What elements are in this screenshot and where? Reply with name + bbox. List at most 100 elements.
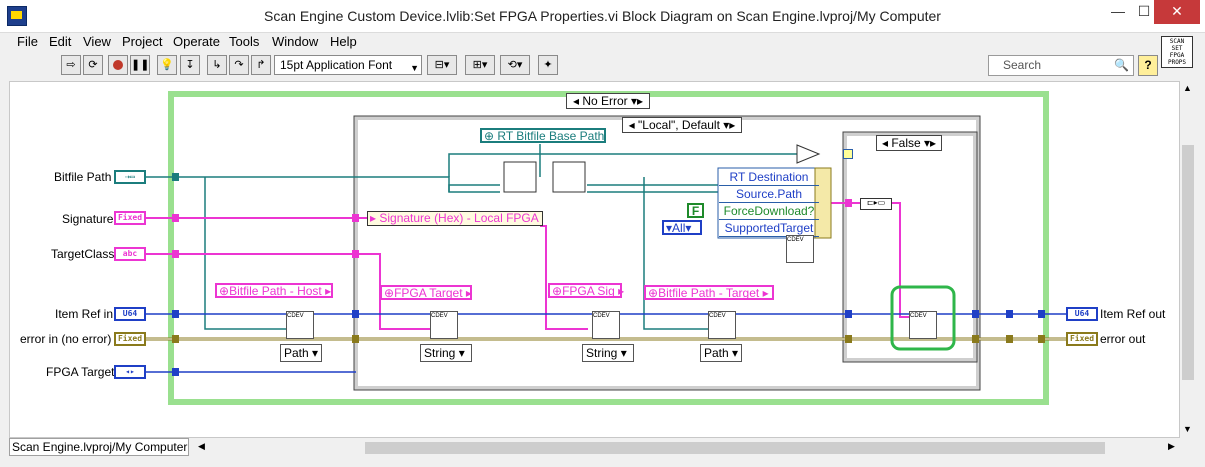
distribute-objects-icon[interactable]: ⊞▾ [465, 55, 495, 75]
bitfile-path-label: Bitfile Path [54, 170, 112, 184]
reorder-icon[interactable]: ⟲▾ [500, 55, 530, 75]
cdev-subvi-icon[interactable]: CDEV [430, 311, 458, 339]
cdev-label: CDEV [431, 313, 448, 319]
menu-help[interactable]: Help [330, 32, 357, 52]
bitfile-path-target-text: Bitfile Path - Target [658, 286, 760, 300]
target-class-terminal[interactable]: abc [114, 247, 146, 261]
all-enum-text: All [672, 221, 686, 235]
scroll-down-icon[interactable]: ▼ [1183, 424, 1192, 434]
bitfile-path-host-text: Bitfile Path - Host [229, 284, 322, 298]
cdev-subvi-icon[interactable]: CDEV [708, 311, 736, 339]
cdev-label: CDEV [287, 313, 304, 319]
clean-up-diagram-icon[interactable]: ✦ [538, 55, 558, 75]
menu-window[interactable]: Window [272, 32, 318, 52]
block-diagram[interactable]: Bitfile Path Signature TargetClass Item … [9, 81, 1180, 438]
window-title: Scan Engine Custom Device.lvlib:Set FPGA… [264, 8, 941, 24]
vertical-scroll-thumb[interactable] [1182, 145, 1194, 380]
item-ref-in-label: Item Ref in [55, 307, 114, 321]
menu-operate[interactable]: Operate [173, 32, 220, 52]
type-dropdown-path[interactable]: Path ▾ [280, 344, 322, 362]
run-continuously-icon[interactable]: ⟳ [83, 55, 103, 75]
menu-project[interactable]: Project [122, 32, 162, 52]
cdev-subvi-icon[interactable]: CDEV [592, 311, 620, 339]
property-source-path[interactable]: Source.Path [719, 186, 819, 203]
cdev-subvi-icon[interactable]: CDEV [286, 311, 314, 339]
middle-case-selector[interactable]: ◂ "Local", Default ▾▸ [622, 117, 742, 133]
cdev-subvi-icon[interactable]: CDEV [786, 235, 814, 263]
type-dropdown-value: String [424, 346, 456, 360]
inner-case-value: False [891, 136, 921, 150]
error-out-terminal[interactable]: Fixed [1066, 332, 1098, 346]
error-in-label: error in (no error) [20, 332, 112, 346]
scroll-left-icon[interactable]: ◀ [198, 441, 205, 452]
menu-view[interactable]: View [83, 32, 111, 52]
bitfile-path-host-constant[interactable]: ⊕Bitfile Path - Host ▸ [215, 283, 333, 298]
path-to-string-icon[interactable]: ⊏▸▭ [860, 198, 892, 210]
rt-bitfile-base-path-constant[interactable]: ⊕ RT Bitfile Base Path [480, 128, 606, 143]
menu-file[interactable]: File [17, 32, 38, 52]
vi-icon-line: SET [1171, 45, 1183, 52]
fpga-sig-constant[interactable]: ⊕FPGA Sig ▸ [548, 283, 624, 298]
property-rt-destination[interactable]: RT Destination [719, 169, 819, 186]
close-button[interactable]: ✕ [1154, 0, 1200, 24]
font-select[interactable]: 15pt Application Font ▼ [274, 55, 422, 75]
type-dropdown-string[interactable]: String ▾ [582, 344, 634, 362]
cdev-label: CDEV [709, 313, 726, 319]
scroll-up-icon[interactable]: ▲ [1183, 83, 1192, 93]
abort-icon[interactable] [108, 55, 128, 75]
pause-icon[interactable]: ❚❚ [130, 55, 150, 75]
signature-hex-text: Signature (Hex) - Local FPGA [379, 211, 539, 225]
build-path-node [503, 161, 537, 193]
fpga-target-const-text: FPGA Target [394, 286, 463, 300]
inner-case-selector[interactable]: ◂ False ▾▸ [876, 135, 942, 151]
all-enum-constant[interactable]: ▾All▾ [662, 220, 702, 235]
false-constant[interactable]: F [687, 203, 704, 218]
menu-tools[interactable]: Tools [229, 32, 259, 52]
type-dropdown-path[interactable]: Path ▾ [700, 344, 742, 362]
project-context-path[interactable]: Scan Engine.lvproj/My Computer [9, 438, 189, 456]
step-out-icon[interactable]: ↱ [251, 55, 271, 75]
horizontal-scroll-thumb[interactable] [365, 442, 1105, 454]
fpga-target-constant[interactable]: ⊕FPGA Target ▸ [380, 285, 472, 300]
item-ref-out-terminal[interactable]: U64 [1066, 307, 1098, 321]
build-path-node [552, 161, 586, 193]
run-arrow-icon[interactable]: ⇨ [61, 55, 81, 75]
item-ref-out-label: Item Ref out [1100, 307, 1166, 321]
type-dropdown-value: String [586, 346, 618, 360]
context-help-button[interactable]: ? [1138, 55, 1158, 76]
item-ref-in-terminal[interactable]: U64 [114, 307, 146, 321]
search-placeholder: Search [1003, 58, 1042, 72]
toolbar: ⇨ ⟳ ❚❚ 💡 ↧ ↳ ↷ ↱ 15pt Application Font ▼ … [0, 52, 1205, 80]
cdev-label: CDEV [593, 313, 610, 319]
cdev-label: CDEV [787, 237, 804, 243]
fpga-target-label: FPGA Target [46, 365, 115, 379]
error-in-terminal[interactable]: Fixed [114, 332, 146, 346]
type-dropdown-string[interactable]: String ▾ [420, 344, 472, 362]
outer-case-value: No Error [582, 94, 628, 108]
cdev-label: CDEV [910, 313, 927, 319]
highlight-execution-icon[interactable]: 💡 [157, 55, 177, 75]
step-over-icon[interactable]: ↷ [229, 55, 249, 75]
search-input[interactable]: Search 🔍 [988, 55, 1134, 76]
retain-wire-values-icon[interactable]: ↧ [180, 55, 200, 75]
bitfile-path-target-constant[interactable]: ⊕Bitfile Path - Target ▸ [644, 285, 774, 300]
type-dropdown-value: Path [704, 346, 729, 360]
signature-label: Signature [62, 212, 114, 226]
cdev-subvi-icon[interactable]: CDEV [909, 311, 937, 339]
step-into-icon[interactable]: ↳ [207, 55, 227, 75]
align-objects-icon[interactable]: ⊟▾ [427, 55, 457, 75]
search-icon[interactable]: 🔍 [1114, 56, 1129, 75]
property-node[interactable]: RT Destination Source.Path ForceDownload… [719, 169, 819, 237]
signature-hex-constant[interactable]: ▸ Signature (Hex) - Local FPGA [367, 211, 543, 226]
fpga-target-terminal[interactable]: ◂▸ [114, 365, 146, 379]
target-class-label: TargetClass [51, 247, 115, 261]
menu-edit[interactable]: Edit [49, 32, 71, 52]
bitfile-path-terminal[interactable]: ⇢▭ [114, 170, 146, 184]
select-icon [843, 149, 853, 159]
fpga-sig-text: FPGA Sig [562, 284, 615, 298]
property-force-download[interactable]: ForceDownload? [719, 203, 819, 220]
signature-terminal[interactable]: Fixed [114, 211, 146, 225]
outer-case-selector[interactable]: ◂ No Error ▾▸ [566, 93, 650, 109]
scroll-right-icon[interactable]: ▶ [1168, 441, 1175, 452]
rt-bitfile-base-path-text: RT Bitfile Base Path [497, 129, 605, 143]
